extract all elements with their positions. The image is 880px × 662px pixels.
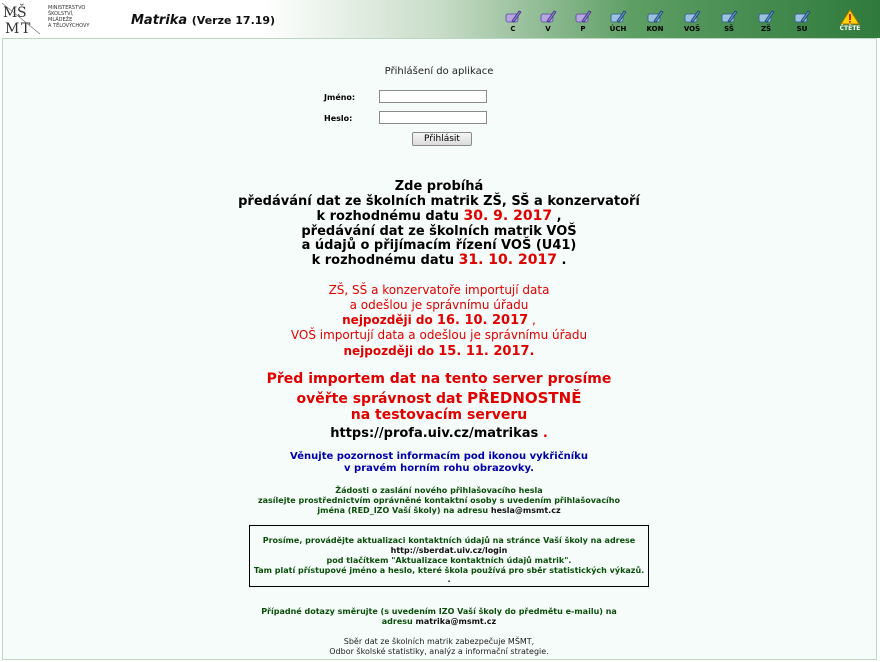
svg-text:Š: Š: [17, 3, 27, 21]
sberdat-link[interactable]: http://sberdat.uiv.cz/login: [250, 546, 648, 556]
toolbar-button-c[interactable]: C: [500, 9, 526, 34]
notice-line-3: k rozhodnému datu 30. 9. 2017 ,: [316, 208, 562, 225]
pen-icon: [610, 10, 627, 23]
pen-icon: [684, 10, 701, 23]
import-line-5: nejpozději do 15. 11. 2017.: [343, 344, 535, 359]
name-input[interactable]: [379, 90, 487, 103]
toolbar-button-v[interactable]: V: [535, 9, 561, 34]
version-label: (Verze 17.19): [191, 14, 276, 27]
import-deadline: 15. 11. 2017.: [438, 344, 535, 359]
pen-icon: [758, 10, 775, 23]
priority-word: PŘEDNOSTNĚ: [467, 389, 582, 407]
priority-line-3: na testovacím serveru: [350, 407, 528, 423]
password-request-line-3: jména (RED_IZO Vaší školy) na adresu hes…: [317, 506, 561, 515]
toolbar-button-vos[interactable]: VOŠ: [679, 9, 705, 34]
priority-line-1: Před importem dat na tento server prosím…: [266, 371, 612, 387]
contact-update-box: Prosíme, provádějte aktualizaci kontaktn…: [249, 525, 649, 587]
priority-line-4: https://profa.uiv.cz/matrikas .: [330, 426, 548, 441]
attention-line-2: v pravém horním rohu obrazovky.: [344, 463, 534, 474]
contact-line-2: adresu matrika@msmt.cz: [381, 617, 497, 626]
import-line-4: VOŠ importují data a odešlou je správním…: [290, 328, 588, 342]
notice-line-5: a údajů o přijímacím řízení VOŠ (U41): [301, 238, 577, 253]
test-server-link[interactable]: https://profa.uiv.cz/matrikas: [330, 426, 538, 441]
toolbar-button-uch[interactable]: ÚCH: [605, 9, 631, 34]
hesla-email-link[interactable]: hesla@msmt.cz: [491, 506, 561, 515]
toolbar-button-su[interactable]: SU: [789, 9, 815, 34]
app-title: Matrika (Verze 17.19): [131, 13, 276, 28]
notice-line-2: předávání dat ze školních matrik ZŠ, SŠ …: [238, 194, 640, 209]
notice-line-1: Zde probíhá: [394, 179, 484, 194]
footer-line-1: Sběr dat ze školních matrik zabezpečuje …: [343, 637, 535, 646]
pen-icon: [794, 10, 811, 23]
msmt-logo-icon: M Š M T: [2, 3, 41, 35]
info-line-1: Prosíme, provádějte aktualizaci kontaktn…: [262, 536, 636, 545]
header-bar: M Š M T MINISTERSTVO ŠKOLSTVÍ, MLÁDEŽE A…: [0, 0, 880, 38]
import-line-1: ZŠ, SŠ a konzervatoře importují data: [328, 283, 550, 297]
toolbar-button-p[interactable]: P: [570, 9, 596, 34]
toolbar-button-ss[interactable]: SŠ: [716, 9, 742, 34]
pen-icon: [540, 10, 557, 23]
toolbar-button-kon[interactable]: KON: [642, 9, 668, 34]
svg-text:M: M: [3, 5, 17, 21]
pen-icon: [721, 10, 738, 23]
matrika-email-link[interactable]: matrika@msmt.cz: [416, 617, 497, 626]
name-label: Jméno:: [324, 93, 356, 102]
warning-button[interactable]: ČTĚTE: [836, 9, 864, 34]
ministry-name: MINISTERSTVO ŠKOLSTVÍ, MLÁDEŽE A TĚLOVÝC…: [48, 5, 90, 29]
deadline-date: 30. 9. 2017: [463, 208, 553, 224]
footer-line-2: Odbor školské statistiky, analýz a infor…: [329, 647, 549, 656]
pen-icon: [505, 10, 522, 23]
pen-icon: [647, 10, 664, 23]
login-button[interactable]: Přihlásit: [412, 132, 472, 146]
toolbar-button-zs[interactable]: ZŠ: [753, 9, 779, 34]
login-title: Přihlášení do aplikace: [384, 66, 494, 77]
info-line-3: pod tlačítkem "Aktualizace kontaktních ú…: [326, 556, 572, 565]
info-line-5: .: [447, 575, 451, 584]
svg-text:T: T: [21, 21, 31, 35]
notice-line-4: předávání dat ze školních matrik VOŠ: [301, 224, 577, 239]
warning-icon: [840, 9, 860, 25]
import-deadline: 16. 10. 2017: [436, 313, 529, 328]
deadline-date: 31. 10. 2017: [458, 252, 557, 268]
pen-icon: [575, 10, 592, 23]
import-line-2: a odešlou je správnímu úřadu: [349, 298, 529, 312]
attention-line-1: Věnujte pozornost informacím pod ikonou …: [290, 451, 588, 462]
password-label: Heslo:: [324, 114, 353, 123]
notice-line-6: k rozhodnému datu 31. 10. 2017 .: [311, 252, 567, 269]
svg-text:M: M: [5, 21, 19, 35]
password-input[interactable]: [379, 111, 487, 124]
